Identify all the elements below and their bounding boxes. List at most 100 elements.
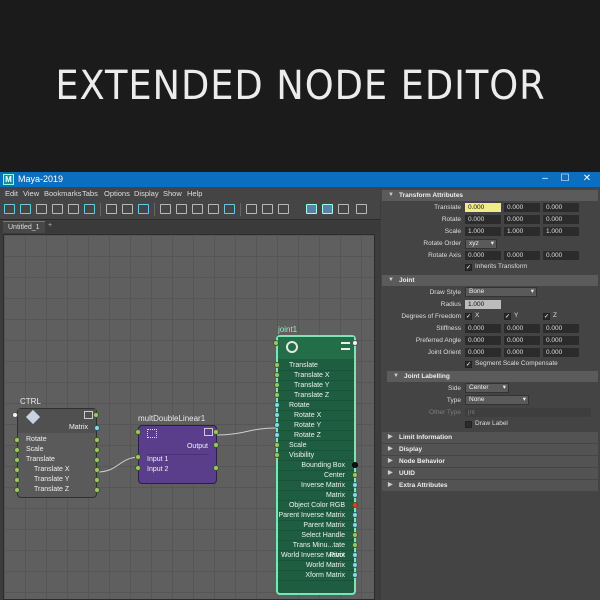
- section-display[interactable]: ▶ Display: [382, 444, 598, 455]
- rotate-y-field[interactable]: 0.000: [504, 215, 540, 224]
- rotate-axis-x-field[interactable]: 0.000: [465, 251, 501, 260]
- joint-translate-y-port[interactable]: [274, 382, 280, 388]
- snap-grid-icon[interactable]: [322, 204, 333, 214]
- section-joint-labelling[interactable]: ▼ Joint Labelling: [387, 371, 598, 382]
- translate-x-field[interactable]: 0.000: [465, 203, 501, 212]
- ctrl-rotate-out-port[interactable]: [94, 437, 100, 443]
- preferred-angle-x-field[interactable]: 0.000: [465, 336, 501, 345]
- search-icon[interactable]: [208, 204, 219, 214]
- section-extra-attributes[interactable]: ▶ Extra Attributes: [382, 480, 598, 491]
- scale-x-field[interactable]: 1.000: [465, 227, 501, 236]
- ctrl-output-port[interactable]: [93, 412, 99, 418]
- joint-trans-minus-rotate-pivot-port[interactable]: [352, 542, 358, 548]
- scale-z-field[interactable]: 1.000: [543, 227, 579, 236]
- grid-toggle-icon[interactable]: [306, 204, 317, 214]
- dof-z-checkbox[interactable]: ✓: [543, 313, 550, 320]
- joint-rotate-port[interactable]: [274, 402, 280, 408]
- preferred-angle-z-field[interactable]: 0.000: [543, 336, 579, 345]
- menu-bookmarks[interactable]: Bookmarks: [44, 189, 82, 198]
- joint-orient-y-field[interactable]: 0.000: [504, 348, 540, 357]
- add-tab-button[interactable]: +: [48, 222, 52, 229]
- segment-scale-compensate-checkbox[interactable]: ✓: [465, 361, 472, 368]
- bookmark-icon[interactable]: [262, 204, 273, 214]
- graph-output-icon[interactable]: [36, 204, 47, 214]
- ctrl-translate-z-out-port[interactable]: [94, 487, 100, 493]
- stiffness-x-field[interactable]: 0.000: [465, 324, 501, 333]
- joint-visibility-port[interactable]: [274, 452, 280, 458]
- dof-y-checkbox[interactable]: ✓: [504, 313, 511, 320]
- ctrl-matrix-port[interactable]: [94, 425, 100, 431]
- draw-style-dropdown[interactable]: Bone ▾: [465, 287, 537, 297]
- ctrl-translate-port[interactable]: [14, 457, 20, 463]
- joint-object-color-port[interactable]: [352, 502, 358, 508]
- ctrl-translate-x-port[interactable]: [14, 467, 20, 473]
- joint-rotate-y-port[interactable]: [274, 422, 280, 428]
- joint-parent-inverse-matrix-port[interactable]: [352, 512, 358, 518]
- joint-world-matrix-port[interactable]: [352, 562, 358, 568]
- joint-translate-z-port[interactable]: [274, 392, 280, 398]
- section-transform-attributes[interactable]: ▼ Transform Attributes: [382, 190, 598, 201]
- attribute-filter-icon[interactable]: [338, 204, 349, 214]
- joint-scale-port[interactable]: [274, 442, 280, 448]
- ctrl-translate-z-port[interactable]: [14, 487, 20, 493]
- stiffness-z-field[interactable]: 0.000: [543, 324, 579, 333]
- joint-input-port[interactable]: [273, 340, 279, 346]
- ctrl-rotate-port[interactable]: [14, 437, 20, 443]
- ctrl-translate-y-out-port[interactable]: [94, 477, 100, 483]
- ctrl-translate-x-out-port[interactable]: [94, 467, 100, 473]
- joint-select-handle-port[interactable]: [352, 532, 358, 538]
- other-type-field[interactable]: jnt: [465, 408, 591, 417]
- menu-show[interactable]: Show: [163, 189, 182, 198]
- joint-parent-matrix-port[interactable]: [352, 522, 358, 528]
- graph-input-output-icon[interactable]: [4, 204, 15, 214]
- node-graph-canvas[interactable]: CTRL Matrix Rotate Scale Translate Trans…: [3, 234, 375, 600]
- remove-selected-icon[interactable]: [84, 204, 95, 214]
- ctrl-translate-out-port[interactable]: [94, 457, 100, 463]
- minimize-button[interactable]: –: [536, 173, 554, 184]
- rotate-order-dropdown[interactable]: xyz ▾: [465, 239, 497, 249]
- filter-icon[interactable]: [278, 204, 289, 214]
- close-button[interactable]: ✕: [578, 173, 596, 184]
- joint-center-port[interactable]: [352, 472, 358, 478]
- dof-x-checkbox[interactable]: ✓: [465, 313, 472, 320]
- section-limit-information[interactable]: ▶ Limit Information: [382, 432, 598, 443]
- section-node-behavior[interactable]: ▶ Node Behavior: [382, 456, 598, 467]
- joint-bounding-box-port[interactable]: [352, 462, 358, 468]
- joint-output-port[interactable]: [352, 340, 358, 346]
- mult-input2-out-port[interactable]: [213, 465, 219, 471]
- swatch-icon[interactable]: [224, 204, 235, 214]
- section-uuid[interactable]: ▶ UUID: [382, 468, 598, 479]
- stiffness-y-field[interactable]: 0.000: [504, 324, 540, 333]
- side-dropdown[interactable]: Center ▾: [465, 383, 509, 393]
- frame-selected-icon[interactable]: [122, 204, 133, 214]
- simple-mode-icon[interactable]: [160, 204, 171, 214]
- mult-output-main-port[interactable]: [213, 429, 219, 435]
- draw-label-checkbox[interactable]: [465, 421, 472, 428]
- rotate-x-field[interactable]: 0.000: [465, 215, 501, 224]
- mult-input-port[interactable]: [135, 429, 141, 435]
- clear-graph-icon[interactable]: [52, 204, 63, 214]
- mult-output-port[interactable]: [213, 442, 219, 448]
- radius-field[interactable]: 1.000: [465, 300, 501, 309]
- ctrl-scale-out-port[interactable]: [94, 447, 100, 453]
- menu-view[interactable]: View: [23, 189, 39, 198]
- joint-xform-matrix-port[interactable]: [352, 572, 358, 578]
- scale-y-field[interactable]: 1.000: [504, 227, 540, 236]
- preferred-angle-y-field[interactable]: 0.000: [504, 336, 540, 345]
- layout-icon[interactable]: [138, 204, 149, 214]
- joint-rotate-z-port[interactable]: [274, 432, 280, 438]
- menu-help[interactable]: Help: [187, 189, 202, 198]
- menu-edit[interactable]: Edit: [5, 189, 18, 198]
- mult-input2-port[interactable]: [135, 465, 141, 471]
- node-multdoublelinear[interactable]: Output Input 1 Input 2: [138, 425, 217, 484]
- type-dropdown[interactable]: None ▾: [465, 395, 529, 405]
- menu-display[interactable]: Display: [134, 189, 159, 198]
- menu-tabs[interactable]: Tabs: [82, 189, 98, 198]
- lock-icon[interactable]: [356, 204, 367, 214]
- add-selected-icon[interactable]: [68, 204, 79, 214]
- pin-icon[interactable]: [246, 204, 257, 214]
- joint-rotate-x-port[interactable]: [274, 412, 280, 418]
- rotate-z-field[interactable]: 0.000: [543, 215, 579, 224]
- ctrl-translate-y-port[interactable]: [14, 477, 20, 483]
- translate-y-field[interactable]: 0.000: [504, 203, 540, 212]
